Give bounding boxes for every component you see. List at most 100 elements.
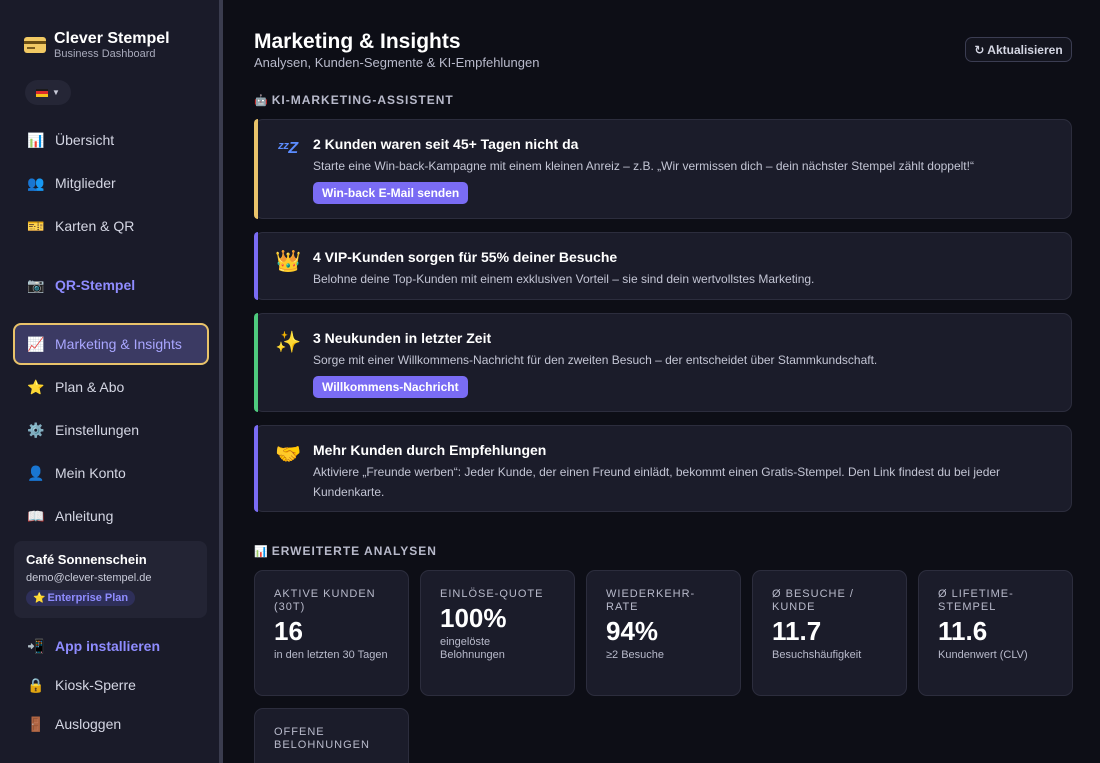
sidebar-item-settings[interactable]: ⚙️ Einstellungen xyxy=(13,410,209,450)
brand-title: Clever Stempel xyxy=(54,30,170,47)
sidebar-item-account[interactable]: 👤 Mein Konto xyxy=(13,453,209,493)
stat-description: Kundenwert (CLV) xyxy=(938,649,1028,661)
sidebar-item-logout[interactable]: 🚪 Ausloggen xyxy=(13,704,209,744)
card-accent-bar xyxy=(254,425,258,512)
sidebar-scrollbar[interactable] xyxy=(219,0,223,763)
stat-value: 11.6 xyxy=(938,616,988,646)
sparkles-icon: ✨ xyxy=(275,331,302,354)
page-title: Marketing & Insights xyxy=(254,30,461,53)
robot-icon: 🤖 xyxy=(254,94,268,107)
card-accent-bar xyxy=(254,313,258,412)
brand-subtitle: Business Dashboard xyxy=(54,48,156,60)
sleeping-zzz-icon: ᶻᶻZ xyxy=(277,140,299,157)
german-flag-icon xyxy=(36,88,49,97)
stat-value: 11.7 xyxy=(772,616,822,646)
card-accent-bar xyxy=(254,232,258,300)
people-icon: 👥 xyxy=(27,175,45,191)
card-title: 4 VIP-Kunden sorgen für 55% deiner Besuc… xyxy=(313,249,618,265)
handshake-icon: 🤝 xyxy=(275,443,302,466)
plan-badge-label: Enterprise Plan xyxy=(47,592,129,604)
stat-value: 16 xyxy=(274,616,303,646)
sidebar-item-plan[interactable]: ⭐ Plan & Abo xyxy=(13,367,209,407)
account-email: demo@clever-stempel.de xyxy=(26,572,152,584)
recommendation-card-vip: 👑 4 VIP-Kunden sorgen für 55% deiner Bes… xyxy=(254,232,1072,300)
door-icon: 🚪 xyxy=(27,716,45,732)
sidebar-item-cards[interactable]: 🎫 Karten & QR xyxy=(13,206,209,246)
stat-label: Offene Belohnungen xyxy=(274,726,370,751)
gear-icon: ⚙️ xyxy=(27,422,45,438)
analytics-section-title: 📊 Erweiterte Analysen xyxy=(254,544,437,558)
card-accent-bar xyxy=(254,119,258,219)
sidebar-item-members[interactable]: 👥 Mitglieder xyxy=(13,163,209,203)
book-icon: 📖 xyxy=(27,508,45,524)
sidebar-item-label: Kiosk-Sperre xyxy=(55,677,136,693)
account-card: Café Sonnenschein demo@clever-stempel.de… xyxy=(14,541,207,618)
sidebar-item-label: Plan & Abo xyxy=(55,379,125,395)
card-title: 2 Kunden waren seit 45+ Tagen nicht da xyxy=(313,136,579,152)
sidebar-item-label: App installieren xyxy=(55,638,161,654)
sidebar-item-overview[interactable]: 📊 Übersicht xyxy=(13,120,209,160)
stat-label: Ø Besuche / Kunde xyxy=(772,588,854,613)
chevron-down-icon: ▼ xyxy=(52,88,60,97)
ticket-icon: 🎫 xyxy=(27,218,45,234)
mobile-phone-icon: 📲 xyxy=(27,638,45,654)
bar-chart-icon: 📊 xyxy=(27,132,45,148)
winback-email-button[interactable]: Win-back E-Mail senden xyxy=(313,182,469,204)
star-icon: ⭐ xyxy=(33,592,46,604)
stat-description: Besuchshäufigkeit xyxy=(772,649,862,661)
crown-icon: 👑 xyxy=(275,250,302,273)
stat-label: Aktive Kunden (30T) xyxy=(274,588,376,613)
trend-chart-icon: 📈 xyxy=(27,336,45,352)
plan-badge: ⭐ Enterprise Plan xyxy=(26,590,136,606)
business-name: Café Sonnenschein xyxy=(26,552,147,567)
sidebar-item-label: Ausloggen xyxy=(55,716,122,732)
stat-label: Wiederkehr-Rate xyxy=(606,588,696,613)
stat-label: Einlöse-Quote xyxy=(440,588,544,600)
brand: Clever Stempel Business Dashboard xyxy=(24,30,170,60)
card-text: Aktiviere „Freunde werben“: Jeder Kunde,… xyxy=(313,465,1001,499)
sidebar-item-label: Anleitung xyxy=(55,508,114,524)
stat-description: ≥2 Besuche xyxy=(606,649,665,661)
stat-card-lifetime-stamps: Ø Lifetime-Stempel 11.6 Kundenwert (CLV) xyxy=(918,570,1073,696)
language-switcher[interactable]: ▼ xyxy=(25,80,71,105)
recommendation-card-new-customers: ✨ 3 Neukunden in letzter Zeit Sorge mit … xyxy=(254,313,1072,412)
sidebar-item-kiosk-lock[interactable]: 🔒 Kiosk-Sperre xyxy=(13,665,209,705)
recommendation-card-winback: ᶻᶻZ 2 Kunden waren seit 45+ Tagen nicht … xyxy=(254,119,1072,219)
card-text: Starte eine Win-back-Kampagne mit einem … xyxy=(313,159,974,173)
recommendation-card-referrals: 🤝 Mehr Kunden durch Empfehlungen Aktivie… xyxy=(254,425,1072,512)
stat-card-visits-per-customer: Ø Besuche / Kunde 11.7 Besuchshäufigkeit xyxy=(752,570,907,696)
welcome-message-button[interactable]: Willkommens-Nachricht xyxy=(313,376,468,398)
ai-section-title-label: KI-Marketing-Assistent xyxy=(271,93,454,107)
sidebar-item-label: Übersicht xyxy=(55,132,115,148)
ai-section-title: 🤖 KI-Marketing-Assistent xyxy=(254,93,454,107)
stat-value: 100% xyxy=(440,603,507,633)
sidebar-item-marketing[interactable]: 📈 Marketing & Insights xyxy=(13,323,209,365)
stat-value: 94% xyxy=(606,616,659,646)
bar-chart-icon: 📊 xyxy=(254,545,268,558)
card-text: Sorge mit einer Willkommens-Nachricht fü… xyxy=(313,353,878,367)
stat-card-open-rewards: Offene Belohnungen xyxy=(254,708,409,763)
card-text: Belohne deine Top-Kunden mit einem exklu… xyxy=(313,272,815,286)
sidebar-item-install-app[interactable]: 📲 App installieren xyxy=(13,626,209,666)
sidebar-item-qr-stamp[interactable]: 📷 QR-Stempel xyxy=(13,265,209,305)
sidebar: Clever Stempel Business Dashboard ▼ 📊 Üb… xyxy=(0,0,219,763)
stat-description: in den letzten 30 Tagen xyxy=(274,649,388,661)
sidebar-item-label: Mitglieder xyxy=(55,175,116,191)
stat-label: Ø Lifetime-Stempel xyxy=(938,588,1014,613)
stat-card-active-customers: Aktive Kunden (30T) 16 in den letzten 30… xyxy=(254,570,409,696)
camera-icon: 📷 xyxy=(27,277,45,293)
sidebar-item-label: Einstellungen xyxy=(55,422,140,438)
sidebar-item-label: Karten & QR xyxy=(55,218,135,234)
page-subtitle: Analysen, Kunden-Segmente & KI-Empfehlun… xyxy=(254,55,540,70)
analytics-section-title-label: Erweiterte Analysen xyxy=(271,544,437,558)
person-icon: 👤 xyxy=(27,465,45,481)
stat-card-redemption-rate: Einlöse-Quote 100% eingelöste Belohnunge… xyxy=(420,570,575,696)
card-title: 3 Neukunden in letzter Zeit xyxy=(313,330,492,346)
sidebar-item-guide[interactable]: 📖 Anleitung xyxy=(13,496,209,536)
stat-card-return-rate: Wiederkehr-Rate 94% ≥2 Besuche xyxy=(586,570,741,696)
card-title: Mehr Kunden durch Empfehlungen xyxy=(313,442,547,458)
refresh-button[interactable]: ↻ Aktualisieren xyxy=(965,37,1072,62)
stat-description: eingelöste Belohnungen xyxy=(440,636,505,661)
star-icon: ⭐ xyxy=(27,379,45,395)
lock-icon: 🔒 xyxy=(27,677,45,693)
